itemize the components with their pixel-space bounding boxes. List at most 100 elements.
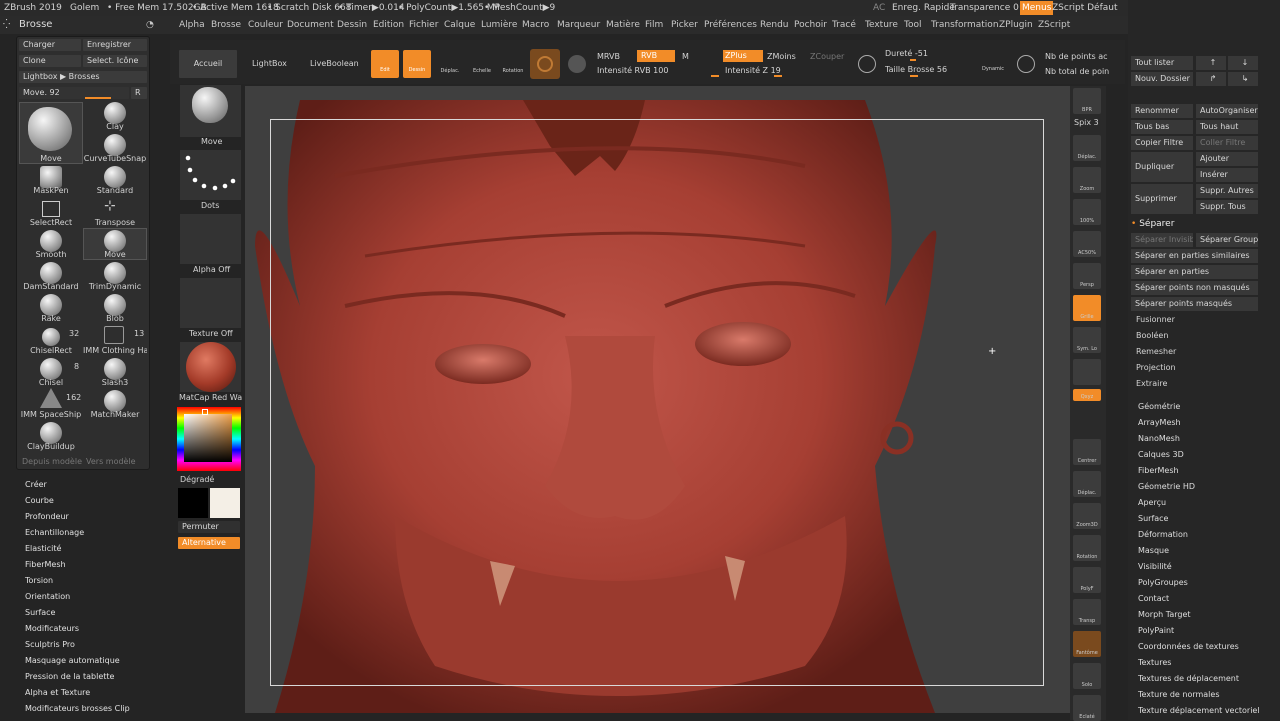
focal-shift-slider[interactable]: Dureté -51 [885, 49, 928, 58]
tool-menu-masking[interactable]: Masque [1138, 546, 1169, 555]
tool-menu-geometry-hd[interactable]: Géometrie HD [1138, 482, 1195, 491]
stroke-selector[interactable] [180, 150, 241, 200]
delete-other-button[interactable]: Suppr. Autres [1196, 184, 1258, 198]
menu-texture[interactable]: Texture [865, 16, 898, 34]
transparency-button[interactable]: Transp [1073, 599, 1101, 625]
brush-imm-spaceship-icon[interactable] [40, 388, 62, 408]
brush-rake-icon[interactable] [40, 294, 62, 316]
rotate-mode-button[interactable]: Rotation [500, 50, 526, 78]
gradient-label[interactable]: Dégradé [180, 475, 214, 484]
tool-menu-uv-map[interactable]: Coordonnées de textures [1138, 642, 1239, 651]
floor-grid-button[interactable]: Grille [1073, 295, 1101, 321]
insert-button[interactable]: Insérer [1196, 168, 1258, 182]
append-button[interactable]: Ajouter [1196, 152, 1258, 166]
submenu-create[interactable]: Créer [25, 480, 47, 489]
brush-smooth-icon[interactable] [40, 230, 62, 252]
m-toggle[interactable]: M [682, 52, 689, 61]
transparency-slider[interactable]: Transparence 0 [950, 0, 1019, 16]
brush-standard-icon[interactable] [104, 166, 126, 188]
from-model-button[interactable]: Depuis modèle [22, 457, 82, 466]
copy-filter-button[interactable]: Copier Filtre [1131, 136, 1193, 150]
paste-filter-button[interactable]: Coller Filtre [1196, 136, 1258, 150]
move-view-button[interactable]: Déplac. [1073, 471, 1101, 497]
split-similar-button[interactable]: Séparer en parties similaires [1131, 249, 1258, 263]
submenu-twist[interactable]: Torsion [25, 576, 53, 585]
brush-curvetubesnap-icon[interactable] [104, 134, 126, 156]
brush-blob-icon[interactable] [104, 294, 126, 316]
frame-button[interactable]: Centrer [1073, 439, 1101, 465]
move-slider[interactable]: Move. 92 [19, 87, 129, 99]
canvas-viewport[interactable]: + [245, 86, 1070, 713]
tool-menu-polygroups[interactable]: PolyGroupes [1138, 578, 1188, 587]
zcut-toggle[interactable]: ZCouper [810, 52, 844, 61]
brush-matchmaker-icon[interactable] [104, 390, 126, 412]
submenu-sampling[interactable]: Echantillonage [25, 528, 84, 537]
solo-button[interactable]: Solo [1073, 663, 1101, 689]
ghost-button[interactable]: Fantôme [1073, 631, 1101, 657]
tool-menu-preview[interactable]: Aperçu [1138, 498, 1166, 507]
zadd-toggle[interactable]: ZPlus [723, 50, 763, 62]
brush-slash3-icon[interactable] [104, 358, 126, 380]
move-mode-button[interactable]: Déplac. [437, 50, 463, 78]
menu-document[interactable]: Document [287, 16, 334, 34]
tool-menu-polypaint[interactable]: PolyPaint [1138, 626, 1174, 635]
menu-brush[interactable]: Brosse [211, 16, 241, 34]
select-icon-button[interactable]: Select. Icône [83, 55, 147, 67]
menu-movie[interactable]: Film [645, 16, 663, 34]
actual-size-button[interactable]: 100% [1073, 199, 1101, 225]
menus-toggle[interactable]: Menus [1020, 1, 1054, 15]
brush-trimdynamic-icon[interactable] [104, 262, 126, 284]
delete-button[interactable]: Supprimer [1131, 184, 1193, 214]
brush-selector[interactable] [180, 85, 241, 137]
split-parts-button[interactable]: Séparer en parties [1131, 265, 1258, 279]
menu-color[interactable]: Couleur [248, 16, 283, 34]
tool-menu-vector-displacement-map[interactable]: Texture déplacement vectoriel [1138, 706, 1260, 715]
lightbox-brushes-button[interactable]: Lightbox ▶ Brosses [19, 71, 147, 83]
brush-maskpen-icon[interactable] [40, 166, 62, 188]
menu-stroke[interactable]: Tracé [832, 16, 856, 34]
tool-menu-surface[interactable]: Surface [1138, 514, 1168, 523]
brush-chiselrect-icon[interactable] [42, 328, 60, 346]
r-button[interactable]: R [131, 87, 147, 99]
menu-material[interactable]: Matière [606, 16, 640, 34]
liveboolean-button[interactable]: LiveBoolean [310, 59, 359, 68]
submenu-depth[interactable]: Profondeur [25, 512, 69, 521]
menu-stencil[interactable]: Pochoir [794, 16, 827, 34]
submenu-clip-brush-modifiers[interactable]: Modificateurs brosses Clip [25, 704, 130, 713]
dynamic-toggle[interactable]: Dynamic [982, 66, 1004, 72]
submenu-fibermesh[interactable]: FiberMesh [25, 560, 66, 569]
menu-picker[interactable]: Picker [671, 16, 698, 34]
submenu-curve[interactable]: Courbe [25, 496, 54, 505]
move-up-icon[interactable]: ↑ [1196, 56, 1226, 70]
rgb-intensity-slider[interactable]: Intensité RVB 100 [597, 66, 668, 75]
tool-menu-displacement-map[interactable]: Textures de déplacement [1138, 674, 1239, 683]
arrow-forward-icon[interactable]: ↱ [1196, 72, 1226, 86]
brush-damstandard-icon[interactable] [40, 262, 62, 284]
submenu-surface[interactable]: Surface [25, 608, 55, 617]
move-down-icon[interactable]: ↓ [1228, 56, 1258, 70]
tool-menu-visibility[interactable]: Visibilité [1138, 562, 1172, 571]
menu-zscript[interactable]: ZScript [1038, 16, 1070, 34]
palette-pin-icon[interactable]: ◔ [146, 16, 154, 34]
switch-color-button[interactable]: Permuter [178, 521, 240, 533]
color-picker-handle[interactable] [202, 409, 208, 415]
menu-draw[interactable]: Dessin [337, 16, 367, 34]
menu-file[interactable]: Fichier [409, 16, 438, 34]
bpr-render-button[interactable]: BPR [1073, 88, 1101, 114]
brush-transpose-icon[interactable]: ⊹ [104, 198, 116, 214]
brush-selectrect-icon[interactable] [42, 201, 60, 217]
color-picker[interactable] [177, 407, 241, 471]
menu-layer[interactable]: Calque [444, 16, 475, 34]
color-sphere-icon[interactable] [568, 55, 586, 73]
duplicate-button[interactable]: Dupliquer [1131, 152, 1193, 182]
clone-brush-button[interactable]: Clone [19, 55, 81, 67]
new-folder-button[interactable]: Nouv. Dossier [1131, 72, 1193, 86]
submenu-tablet-pressure[interactable]: Pression de la tablette [25, 672, 114, 681]
submenu-alpha-texture[interactable]: Alpha et Texture [25, 688, 90, 697]
lightbox-button[interactable]: LightBox [252, 59, 287, 68]
brush-clay-icon[interactable] [104, 102, 126, 124]
local-symmetry-button[interactable]: Sym. Lo [1073, 327, 1101, 353]
menu-macro[interactable]: Macro [522, 16, 549, 34]
menu-zplugin[interactable]: ZPlugin [999, 16, 1033, 34]
perspective-button[interactable]: Persp [1073, 263, 1101, 289]
